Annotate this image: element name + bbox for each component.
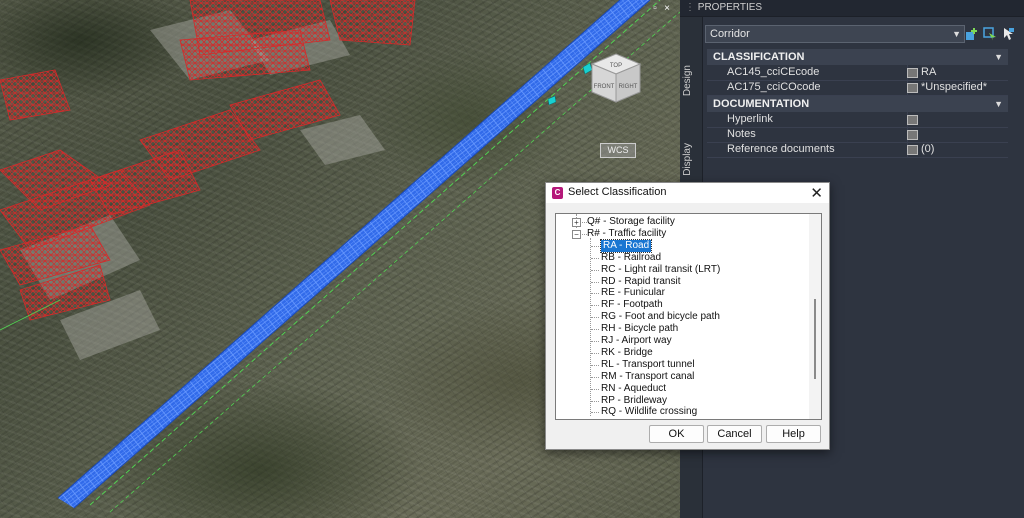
tree-node[interactable]: RP - Bridleway bbox=[601, 395, 667, 407]
tab-display[interactable]: Display bbox=[682, 143, 700, 176]
property-row[interactable]: Hyperlink bbox=[707, 112, 1008, 128]
expand-icon[interactable]: + bbox=[572, 218, 581, 227]
chevron-down-icon: ▼ bbox=[952, 29, 961, 39]
tree-node[interactable]: RK - Bridge bbox=[601, 347, 653, 359]
properties-titlebar[interactable]: ⋮ PROPERTIES bbox=[680, 0, 1024, 17]
property-value[interactable]: (0) bbox=[921, 142, 934, 157]
ok-button[interactable]: OK bbox=[649, 425, 704, 443]
table-icon bbox=[907, 130, 918, 140]
table-icon bbox=[907, 145, 918, 155]
chevron-down-icon: ▼ bbox=[994, 99, 1003, 109]
property-row[interactable]: AC175_cciCOcode *Unspecified* bbox=[707, 80, 1008, 96]
cancel-button[interactable]: Cancel bbox=[707, 425, 762, 443]
wcs-menu[interactable]: WCS bbox=[600, 143, 636, 158]
civil3d-app-icon: C bbox=[552, 187, 563, 199]
classification-tree[interactable]: + Q# - Storage facility − R# - Traffic faci… bbox=[555, 213, 822, 420]
tree-node[interactable]: RC - Light rail transit (LRT) bbox=[601, 264, 720, 276]
chevron-down-icon: ▼ bbox=[994, 52, 1003, 62]
maximize-viewport-icon[interactable]: ▫ bbox=[650, 4, 660, 14]
tree-node[interactable]: RJ - Airport way bbox=[601, 335, 672, 347]
property-name: AC175_cciCOcode bbox=[727, 81, 821, 93]
viewcube-front-label[interactable]: FRONT bbox=[594, 84, 615, 90]
viewcube-top-label[interactable]: TOP bbox=[610, 63, 622, 69]
dialog-title: Select Classification bbox=[568, 186, 667, 198]
tree-node[interactable]: Q# - Storage facility bbox=[587, 216, 675, 228]
select-classification-dialog: C Select Classification ✕ + Q# - Storage … bbox=[545, 182, 830, 450]
section-documentation[interactable]: DOCUMENTATION ▼ bbox=[707, 96, 1008, 112]
tab-design[interactable]: Design bbox=[682, 65, 700, 96]
property-row[interactable]: AC145_cciCEcode RA bbox=[707, 65, 1008, 81]
help-button[interactable]: Help bbox=[766, 425, 821, 443]
tree-node[interactable]: RQ - Wildlife crossing bbox=[601, 406, 697, 418]
tree-node[interactable]: RD - Rapid transit bbox=[601, 276, 680, 288]
object-type-value: Corridor bbox=[710, 28, 750, 40]
section-title: DOCUMENTATION bbox=[713, 98, 810, 110]
tree-node[interactable]: RM - Transport canal bbox=[601, 371, 694, 383]
property-row[interactable]: Reference documents (0) bbox=[707, 142, 1008, 158]
dialog-titlebar[interactable]: C Select Classification ✕ bbox=[546, 183, 829, 203]
tree-node[interactable]: RG - Foot and bicycle path bbox=[601, 311, 720, 323]
toggle-pickadd-icon[interactable] bbox=[965, 27, 979, 41]
tree-node[interactable]: RL - Transport tunnel bbox=[601, 359, 695, 371]
tree-node[interactable]: RE - Funicular bbox=[601, 287, 665, 299]
viewcube-right-label[interactable]: RIGHT bbox=[619, 84, 638, 90]
property-name: AC145_cciCEcode bbox=[727, 66, 820, 78]
close-viewport-icon[interactable]: × bbox=[662, 4, 672, 14]
close-icon[interactable]: ✕ bbox=[810, 184, 823, 202]
table-icon bbox=[907, 68, 918, 78]
viewcube[interactable]: TOP FRONT RIGHT bbox=[588, 52, 644, 108]
table-icon bbox=[907, 115, 918, 125]
tree-node[interactable]: RA - Road bbox=[599, 238, 653, 253]
collapse-icon[interactable]: − bbox=[572, 229, 581, 239]
tree-scrollbar[interactable] bbox=[809, 214, 821, 419]
property-name: Notes bbox=[727, 128, 756, 140]
tree-node[interactable]: RN - Aqueduct bbox=[601, 383, 666, 395]
table-icon bbox=[907, 83, 918, 93]
select-objects-icon[interactable] bbox=[983, 27, 997, 41]
tree-node[interactable]: RF - Footpath bbox=[601, 299, 663, 311]
grip-icon: ⋮ bbox=[685, 2, 698, 13]
property-name: Reference documents bbox=[727, 143, 835, 155]
tree-node[interactable]: RH - Bicycle path bbox=[601, 323, 678, 335]
tree-node[interactable]: R# - Traffic facility bbox=[587, 228, 666, 240]
properties-title: PROPERTIES bbox=[697, 2, 763, 13]
quick-select-icon[interactable] bbox=[1001, 27, 1015, 41]
object-type-select[interactable]: Corridor ▼ bbox=[705, 25, 965, 43]
scrollbar-thumb[interactable] bbox=[814, 299, 816, 379]
section-title: CLASSIFICATION bbox=[713, 51, 805, 63]
tree-node[interactable]: RB - Railroad bbox=[601, 252, 661, 264]
property-row[interactable]: Notes bbox=[707, 127, 1008, 143]
property-value[interactable]: RA bbox=[921, 65, 936, 80]
property-name: Hyperlink bbox=[727, 113, 773, 125]
section-classification[interactable]: CLASSIFICATION ▼ bbox=[707, 49, 1008, 65]
property-value[interactable]: *Unspecified* bbox=[921, 80, 987, 95]
